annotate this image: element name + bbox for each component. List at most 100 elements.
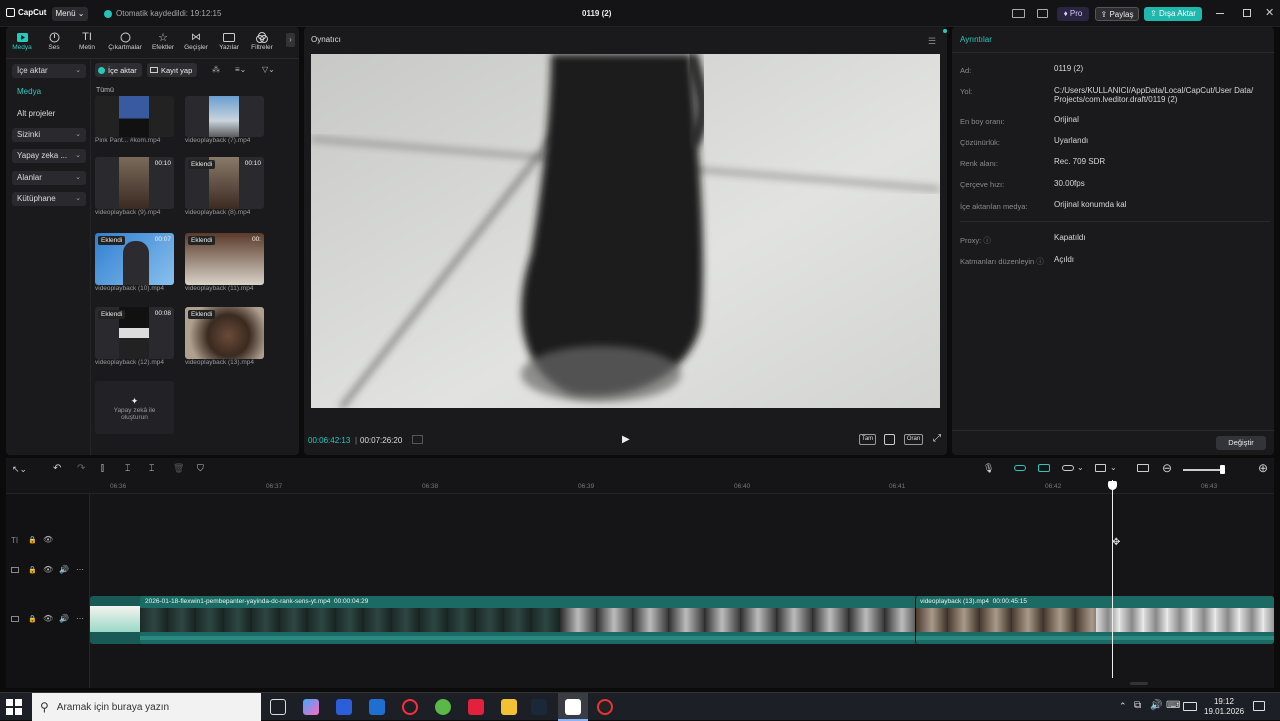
lock-icon[interactable]: 🔒 <box>28 615 37 623</box>
undo-icon[interactable]: ↶ <box>53 463 61 474</box>
ratio-button[interactable]: Oran <box>904 434 923 445</box>
speaker-icon[interactable]: 🔊 <box>59 565 69 574</box>
eye-icon[interactable]: 👁 <box>43 614 53 623</box>
outlook-icon[interactable] <box>369 699 385 715</box>
share-button[interactable]: ⇪ Paylaş <box>1095 7 1139 21</box>
media-item[interactable]: Eklendi 00:07 videoplayback (10).mp4 <box>95 233 181 292</box>
layout-icon[interactable] <box>1012 9 1025 18</box>
zoom-slider[interactable] <box>1183 469 1225 471</box>
maximize-icon[interactable] <box>1243 9 1251 17</box>
playhead-handle[interactable] <box>1108 481 1117 490</box>
tab-text[interactable]: TI Metin <box>72 31 102 51</box>
keyboard-icon[interactable] <box>1037 9 1048 18</box>
microphone-icon[interactable]: 🎙 <box>983 463 994 474</box>
tab-stickers[interactable]: Çıkartmalar <box>105 31 145 51</box>
delete-icon[interactable]: 🗑 <box>173 463 184 474</box>
magnet-icon[interactable] <box>1038 464 1050 472</box>
caption-icon[interactable] <box>1137 464 1149 472</box>
volume-icon[interactable]: 🔊 <box>1150 700 1162 711</box>
pro-button[interactable]: ♦ Pro <box>1057 7 1089 21</box>
redo-icon[interactable]: ↷ <box>77 463 85 474</box>
time-ruler[interactable]: 06:36 06:37 06:38 06:39 06:40 06:41 06:4… <box>6 482 1274 494</box>
sidebar-item-import[interactable]: İçe aktar ⌄ <box>12 64 86 78</box>
more-icon[interactable]: ⋯ <box>76 614 84 623</box>
capcut-taskbar-button[interactable] <box>558 693 588 721</box>
eye-icon[interactable]: 👁 <box>43 565 53 574</box>
link-icon[interactable] <box>1014 465 1026 471</box>
media-item[interactable]: Eklendi 00:10 videoplayback (8).mp4 <box>185 157 271 216</box>
timeline-clip[interactable]: videoplayback (13).mp4 00:00:45:15 <box>915 596 1274 644</box>
opera-icon[interactable] <box>402 699 418 715</box>
fullscreen-icon[interactable]: ⤢ <box>933 433 941 444</box>
split-right-icon[interactable]: ⌶ <box>149 463 154 474</box>
lock-icon[interactable]: 🔒 <box>28 536 37 544</box>
speaker-icon[interactable]: 🔊 <box>59 614 69 623</box>
split-icon[interactable]: ⫿ <box>101 463 104 474</box>
sidebar-item-yours[interactable]: Sizinki ⌄ <box>12 128 86 142</box>
media-item[interactable]: 00:10 videoplayback (9).mp4 <box>95 157 181 216</box>
preview-axis-icon[interactable] <box>1095 464 1106 472</box>
taskbar-search[interactable]: ⚲ Aramak için buraya yazın <box>32 693 261 721</box>
language-icon[interactable]: ⌨ <box>1166 700 1180 711</box>
windows-start-icon[interactable] <box>6 699 22 715</box>
chevron-right-icon[interactable]: › <box>286 33 295 47</box>
utorrent-icon[interactable] <box>435 699 451 715</box>
media-item[interactable]: videoplayback (7).mp4 <box>185 96 271 144</box>
notification-icon[interactable] <box>1253 701 1265 711</box>
task-view-icon[interactable] <box>270 699 286 715</box>
minimize-icon[interactable] <box>1216 13 1224 14</box>
app-icon[interactable] <box>468 699 484 715</box>
playhead[interactable] <box>1112 480 1113 678</box>
keyboard-tray-icon[interactable] <box>1183 702 1197 711</box>
media-item[interactable]: Eklendi 00:08 videoplayback (12).mp4 <box>95 307 181 366</box>
filter-icon[interactable]: ▽⌄ <box>262 65 275 74</box>
store-icon[interactable] <box>336 699 352 715</box>
media-item[interactable]: Eklendi 00: videoplayback (11).mp4 <box>185 233 271 292</box>
eye-icon[interactable]: 👁 <box>43 535 53 544</box>
close-icon[interactable]: ✕ <box>1265 6 1274 19</box>
sidebar-item-media[interactable]: Medya <box>12 85 86 99</box>
file-explorer-icon[interactable] <box>501 699 517 715</box>
clock[interactable]: 19:12 19.01.2026 <box>1204 697 1244 717</box>
grid-view-icon[interactable]: ⁂ <box>212 65 220 74</box>
shield-icon[interactable]: ⛉ <box>197 463 204 474</box>
lock-icon[interactable]: 🔒 <box>28 566 37 574</box>
export-button[interactable]: ⇪ Dışa Aktar <box>1144 7 1202 21</box>
obs-icon[interactable] <box>597 699 613 715</box>
select-tool-icon[interactable]: ↖⌄ <box>12 464 27 475</box>
change-button[interactable]: Değiştir <box>1216 436 1266 450</box>
menu-lines-icon[interactable]: ☰ <box>928 36 936 47</box>
sidebar-item-spaces[interactable]: Alanlar ⌄ <box>12 171 86 185</box>
more-icon[interactable]: ⋯ <box>76 565 84 574</box>
timeline-clip[interactable] <box>90 606 140 632</box>
menu-button[interactable]: Menü ⌄ <box>52 7 88 21</box>
link-off-icon[interactable] <box>1062 465 1074 471</box>
sidebar-item-library[interactable]: Kütüphane ⌄ <box>12 192 86 206</box>
timeline-clip[interactable]: 2026-01-18-flexwin1-pembepanter-yayinda-… <box>140 596 915 644</box>
horizontal-scrollbar[interactable] <box>1130 682 1148 685</box>
network-icon[interactable]: ⧉ <box>1134 700 1141 711</box>
tab-transitions[interactable]: ⋈ Geçişler <box>181 31 211 52</box>
tab-filters[interactable]: Filtreler <box>247 31 277 51</box>
video-preview[interactable] <box>311 54 940 408</box>
snapshot-icon[interactable] <box>884 434 895 445</box>
sort-icon[interactable]: ≡⌄ <box>235 65 246 74</box>
split-left-icon[interactable]: ⌶ <box>125 463 130 474</box>
import-button[interactable]: İçe aktar <box>95 63 142 77</box>
play-icon[interactable]: ▶ <box>622 434 630 445</box>
steam-icon[interactable] <box>531 699 547 715</box>
tab-captions[interactable]: Yazılar <box>214 31 244 51</box>
zoom-in-icon[interactable]: ⊕ <box>1258 461 1268 475</box>
tab-effects[interactable]: ☆ Efektler <box>148 31 178 52</box>
record-button[interactable]: Kayıt yap <box>147 63 197 77</box>
tab-audio[interactable]: Ses <box>39 31 69 51</box>
zoom-slider-handle[interactable] <box>1220 465 1225 474</box>
full-quality-button[interactable]: Tam <box>859 434 876 445</box>
chevron-up-icon[interactable]: ⌃ <box>1119 701 1127 712</box>
timecode-grid-icon[interactable] <box>412 435 423 444</box>
tab-media[interactable]: Medya <box>7 31 37 51</box>
media-item[interactable]: Pink Pant... #kom.mp4 <box>95 96 181 144</box>
media-item[interactable]: Eklendi videoplayback (13).mp4 <box>185 307 271 366</box>
copilot-icon[interactable] <box>303 699 319 715</box>
sidebar-item-ai[interactable]: Yapay zeka ... ⌄ <box>12 149 86 163</box>
